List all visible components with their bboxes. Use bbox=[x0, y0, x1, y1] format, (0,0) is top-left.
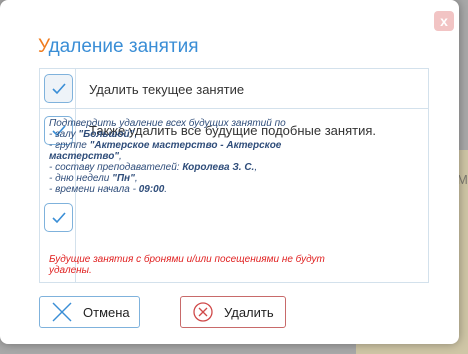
close-button[interactable]: x bbox=[434, 11, 454, 31]
checkbox-cell bbox=[40, 69, 76, 108]
close-icon: x bbox=[440, 13, 448, 29]
option-row-current: Удалить текущее занятие bbox=[40, 69, 428, 109]
checkbox-delete-current[interactable] bbox=[44, 74, 73, 103]
details-weekday: - дню недели "Пн", bbox=[49, 173, 138, 184]
details-hall: - залу "Большой", bbox=[49, 129, 138, 140]
details-teachers: - составу преподавателей: Королева З. С.… bbox=[49, 162, 258, 173]
checkbox-confirm-future[interactable] bbox=[44, 203, 73, 232]
delete-circle-x-icon bbox=[193, 302, 213, 322]
warning-text: Будущие занятия с бронями и/или посещени… bbox=[49, 254, 325, 276]
title-rest: даление занятия bbox=[48, 36, 199, 57]
details-group: - группе "Актерское мастерство - Актерск… bbox=[49, 140, 282, 162]
check-icon bbox=[52, 83, 66, 95]
delete-current-label: Удалить текущее занятие bbox=[89, 82, 245, 97]
check-icon bbox=[52, 212, 66, 224]
confirmation-details: Подтвердить удаление всех будущих заняти… bbox=[49, 118, 349, 195]
cancel-label: Отмена bbox=[83, 305, 130, 320]
cancel-x-icon bbox=[52, 302, 72, 322]
cancel-button[interactable]: Отмена bbox=[39, 296, 140, 328]
details-time: - времени начала - 09:00. bbox=[49, 184, 168, 195]
delete-lesson-dialog: x Удаление занятия Удалить текущее занят… bbox=[0, 0, 459, 344]
dialog-title: Удаление занятия bbox=[38, 36, 199, 58]
delete-label: Удалить bbox=[224, 305, 274, 320]
title-first-letter: У bbox=[38, 36, 49, 57]
delete-button[interactable]: Удалить bbox=[180, 296, 286, 328]
details-intro: Подтвердить удаление всех будущих заняти… bbox=[49, 118, 286, 129]
